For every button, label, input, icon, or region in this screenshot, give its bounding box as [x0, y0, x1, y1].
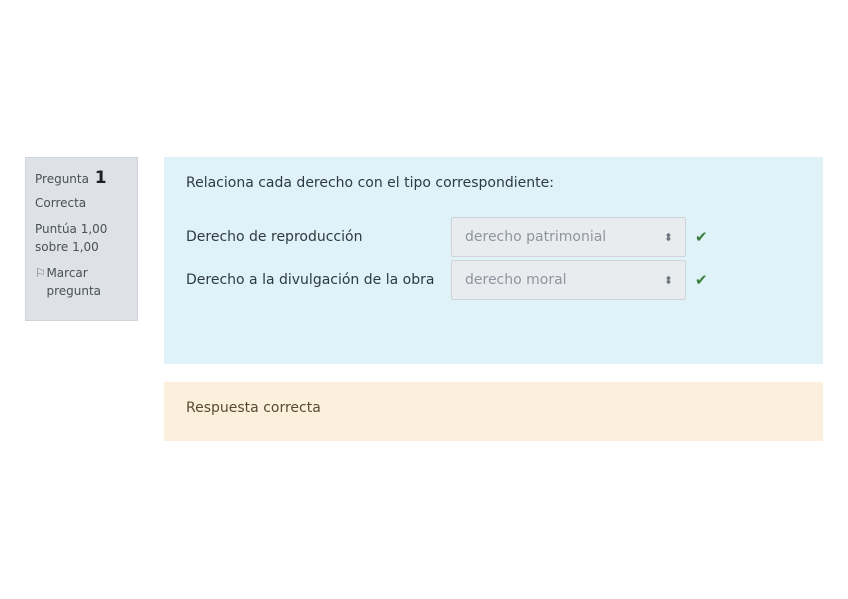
match-row: Derecho de reproducción derecho patrimon… [186, 217, 801, 257]
match-row-label: Derecho de reproducción [186, 229, 363, 245]
question-grade: Puntúa 1,00 sobre 1,00 [35, 222, 108, 254]
feedback-panel: Respuesta correcta [164, 382, 823, 441]
flag-label: Marcar pregunta [46, 266, 102, 298]
correct-check-icon: ✔ [695, 271, 708, 289]
question-number-line: Pregunta 1 [35, 169, 128, 188]
answer-select[interactable]: derecho moral ⬍ [451, 260, 686, 300]
flag-icon: ⚐ [35, 266, 46, 280]
select-arrows-icon: ⬍ [663, 230, 673, 244]
question-word: Pregunta [35, 172, 89, 186]
feedback-text: Respuesta correcta [186, 400, 321, 416]
question-formulation: Relaciona cada derecho con el tipo corre… [164, 157, 823, 364]
answer-select-value: derecho moral [465, 272, 567, 288]
question-info-panel: Pregunta 1 Correcta Puntúa 1,00 sobre 1,… [25, 157, 138, 321]
match-row-label: Derecho a la divulgación de la obra [186, 272, 435, 288]
select-arrows-icon: ⬍ [663, 273, 673, 287]
answer-select-value: derecho patrimonial [465, 229, 607, 245]
match-row: Derecho a la divulgación de la obra dere… [186, 260, 801, 300]
question-state: Correcta [35, 196, 87, 210]
answer-select[interactable]: derecho patrimonial ⬍ [451, 217, 686, 257]
correct-check-icon: ✔ [695, 228, 708, 246]
flag-question-link[interactable]: ⚐ Marcar pregunta [35, 264, 128, 300]
question-number: 1 [94, 168, 107, 188]
question-text: Relaciona cada derecho con el tipo corre… [186, 175, 554, 191]
